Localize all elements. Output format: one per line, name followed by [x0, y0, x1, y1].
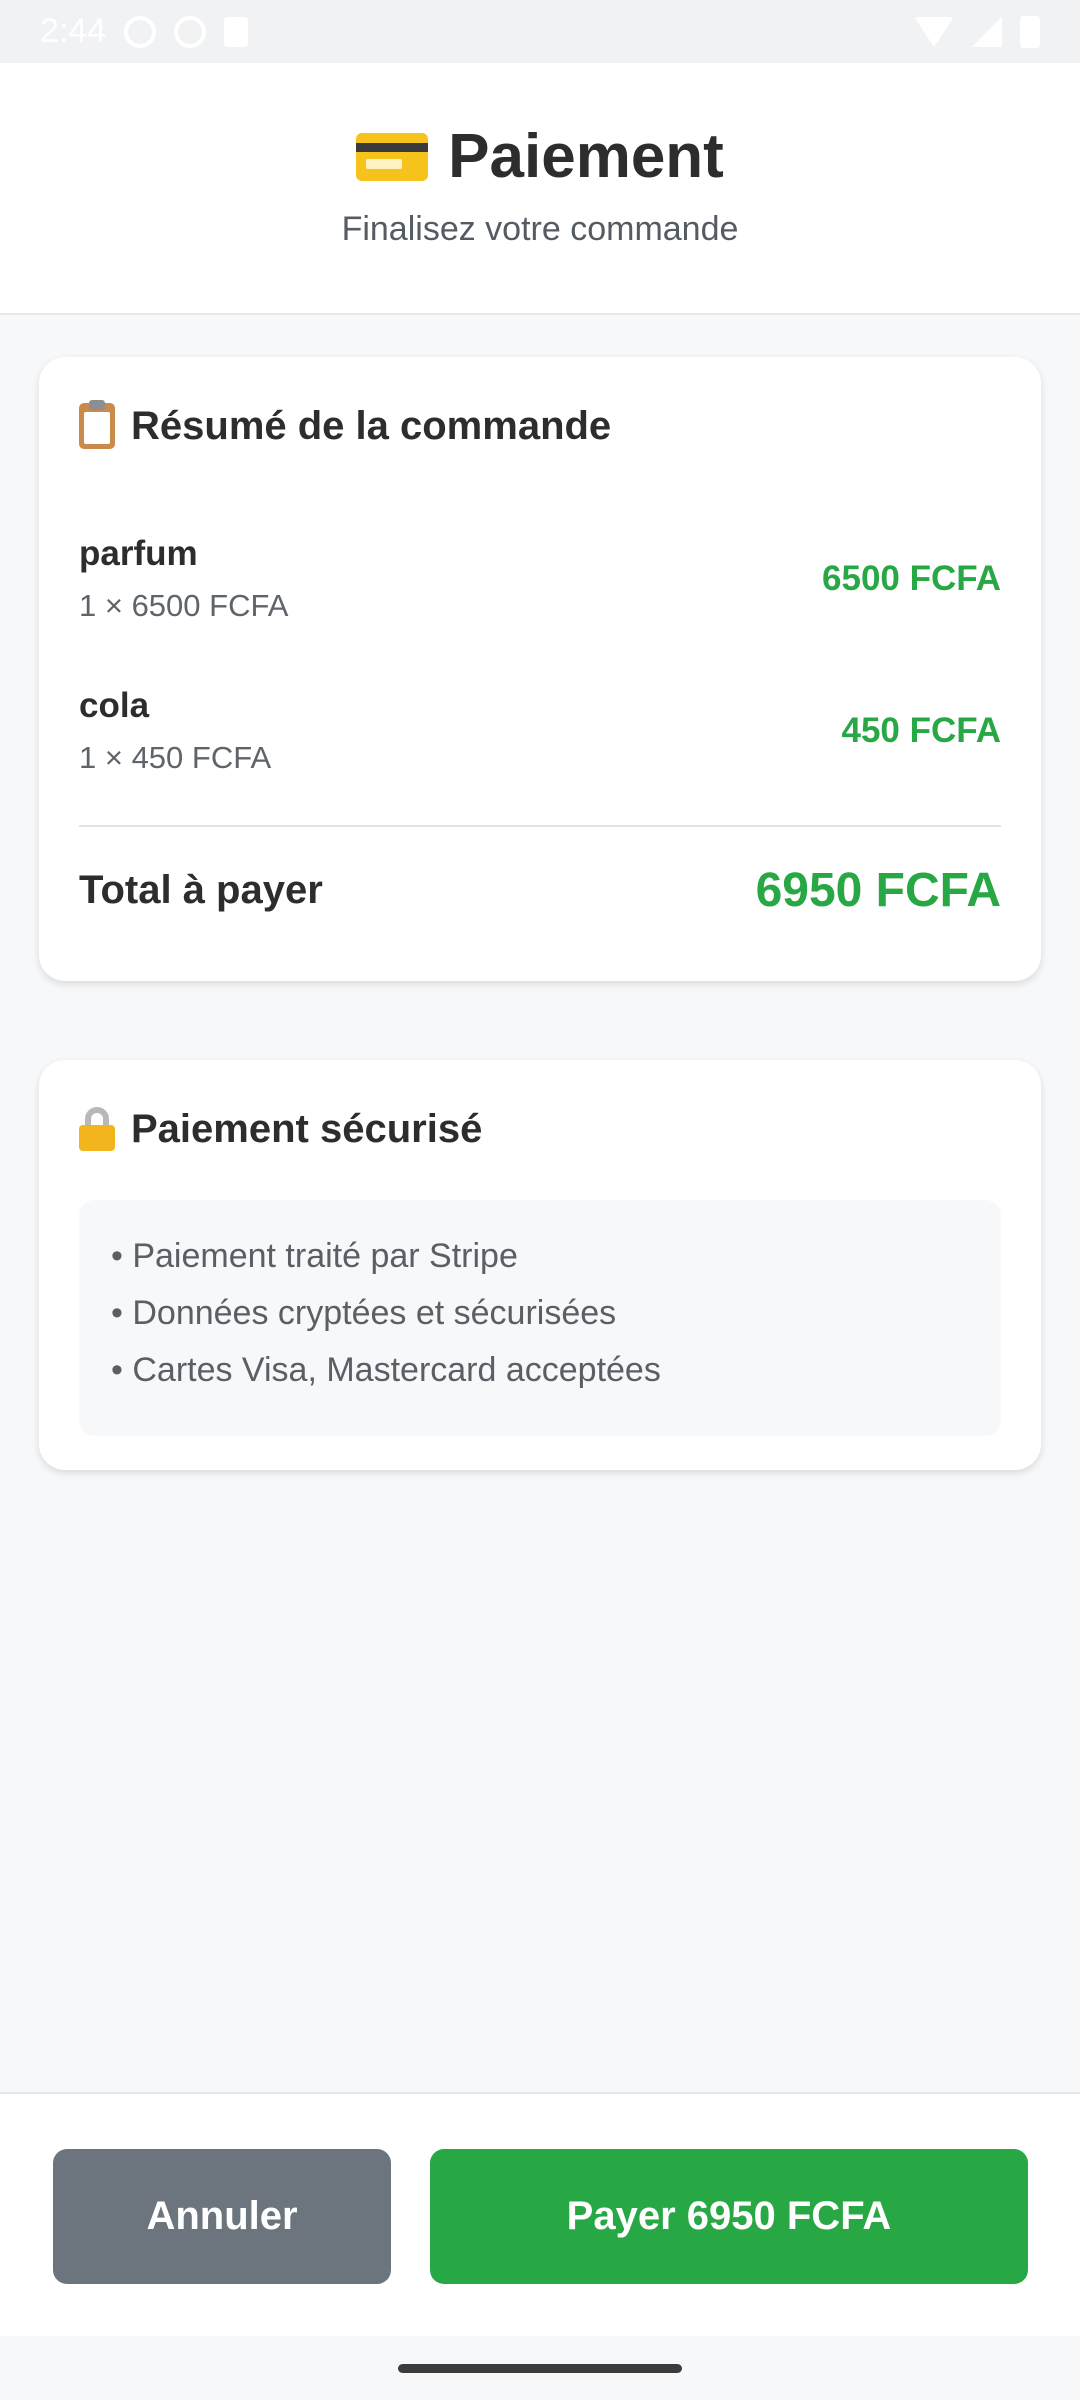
page-title: Paiement	[448, 122, 724, 191]
info-line: • Cartes Visa, Mastercard acceptées	[111, 1351, 661, 1389]
cancel-button[interactable]: Annuler	[53, 2149, 391, 2284]
sim-card-icon	[224, 16, 249, 47]
status-time: 2:44	[40, 12, 107, 50]
item-price: 6500 FCFA	[822, 559, 1001, 598]
status-left: 2:44	[40, 12, 249, 51]
list-item: parfum 1 × 6500 FCFA 6500 FCFA	[79, 503, 1001, 655]
item-details: parfum 1 × 6500 FCFA	[79, 534, 288, 624]
total-label: Total à payer	[79, 868, 323, 912]
notification-icon	[124, 15, 157, 48]
item-name: cola	[79, 686, 150, 725]
credit-card-icon	[356, 132, 429, 181]
page-header: Paiement Finalisez votre commande	[0, 63, 1080, 315]
page-title-row: Paiement	[0, 121, 1080, 192]
list-item: cola 1 × 450 FCFA 450 FCFA	[79, 655, 1001, 807]
shield-icon	[174, 15, 207, 48]
item-quantity: 1 × 450 FCFA	[79, 740, 272, 775]
status-right	[914, 15, 1040, 48]
signal-icon	[972, 16, 1002, 47]
secure-payment-title-row: Paiement sécurisé	[79, 1100, 1001, 1158]
item-details: cola 1 × 450 FCFA	[79, 686, 271, 776]
info-line: • Paiement traité par Stripe	[111, 1237, 518, 1275]
battery-icon	[1020, 15, 1040, 48]
info-line: • Données cryptées et sécurisées	[111, 1294, 617, 1332]
clipboard-icon	[79, 400, 115, 449]
secure-payment-title: Paiement sécurisé	[131, 1106, 483, 1151]
home-indicator[interactable]	[398, 2364, 682, 2373]
lock-icon	[79, 1107, 115, 1151]
order-summary-title: Résumé de la commande	[131, 403, 612, 448]
order-items-list: parfum 1 × 6500 FCFA 6500 FCFA cola 1 × …	[79, 503, 1001, 807]
total-row: Total à payer 6950 FCFA	[79, 863, 1001, 918]
secure-payment-info: • Paiement traité par Stripe • Données c…	[79, 1200, 1001, 1436]
bottom-action-bar: Annuler Payer 6950 FCFA	[0, 2092, 1080, 2336]
divider	[79, 825, 1001, 827]
secure-payment-card: Paiement sécurisé • Paiement traité par …	[39, 1060, 1041, 1470]
total-value: 6950 FCFA	[755, 864, 1001, 917]
wifi-icon	[914, 16, 954, 47]
order-summary-title-row: Résumé de la commande	[79, 397, 1001, 455]
order-summary-card: Résumé de la commande parfum 1 × 6500 FC…	[39, 357, 1041, 981]
item-name: parfum	[79, 534, 198, 573]
page-subtitle: Finalisez votre commande	[341, 210, 739, 248]
pay-button[interactable]: Payer 6950 FCFA	[430, 2149, 1028, 2284]
item-quantity: 1 × 6500 FCFA	[79, 588, 289, 623]
status-bar: 2:44	[0, 0, 1080, 63]
item-price: 450 FCFA	[841, 711, 1002, 750]
